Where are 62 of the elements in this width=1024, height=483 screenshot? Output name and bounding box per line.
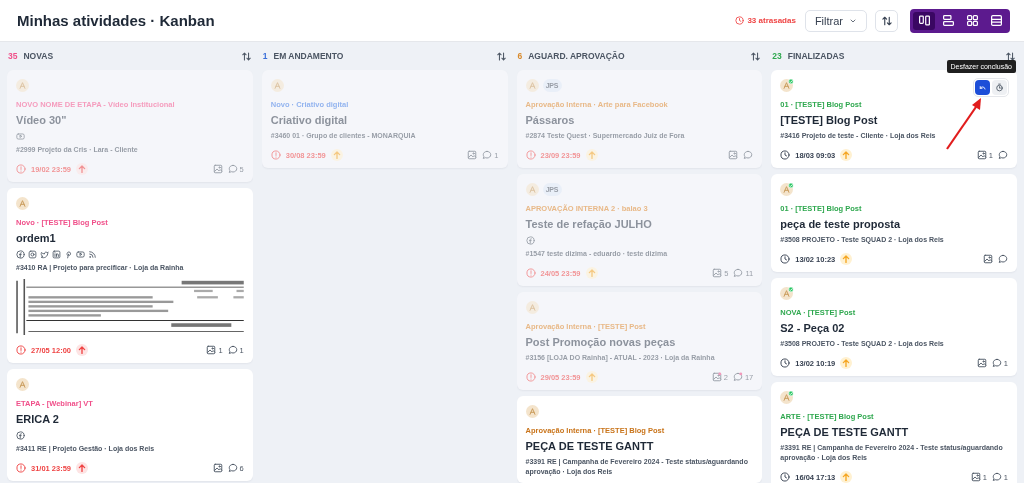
rows-view-icon [941, 14, 955, 27]
card-title: PEÇA DE TESTE GANTT [525, 439, 655, 454]
image-icon [728, 150, 739, 160]
column-count: 1 [262, 51, 268, 61]
comment-icon [733, 268, 744, 278]
card-title: peça de teste proposta [780, 217, 902, 232]
card-title: Pássaros [525, 113, 576, 128]
columns-view-icon [917, 14, 931, 27]
image-icon [976, 358, 987, 368]
card-title: Criativo digital [270, 113, 349, 128]
card-title: S2 - Peça 02 [780, 321, 846, 336]
column-title: FINALIZADAS [787, 51, 845, 61]
overdue-count[interactable]: 33 atrasadas [747, 16, 796, 25]
comment-icon [482, 150, 493, 160]
comment-icon [991, 358, 1002, 368]
undo-button[interactable] [975, 80, 990, 95]
page-title: Minhas atividades · Kanban [17, 12, 215, 29]
image-icon [212, 164, 223, 174]
column-count: 23 [772, 51, 782, 61]
card-title: Post Promoção novas peças [525, 335, 677, 350]
comment-icon [998, 150, 1008, 160]
column-title: NOVAS [23, 51, 54, 61]
card-title: Vídeo 30" [16, 113, 68, 128]
column-count: 6 [517, 51, 523, 61]
card-title: PEÇA DE TESTE GANTT [780, 425, 910, 440]
sort-icon [880, 14, 893, 27]
sort-icon [495, 50, 507, 62]
grid-view-icon [965, 14, 979, 27]
image-icon [206, 345, 217, 355]
comment-icon [991, 472, 1002, 482]
undo-icon [978, 83, 987, 92]
column-count: 35 [8, 51, 18, 61]
card-title: Teste de refação JULHO [525, 217, 653, 232]
sort-icon [240, 50, 252, 62]
image-icon [212, 463, 223, 473]
sort-button[interactable] [240, 50, 252, 62]
card-title: ordem1 [16, 231, 57, 246]
sort-button[interactable] [750, 50, 762, 62]
timer-button[interactable] [992, 80, 1007, 95]
comment-icon [227, 463, 238, 473]
image-icon [467, 150, 478, 160]
sort-icon [1005, 50, 1016, 62]
card-title: ERICA 2 [16, 412, 60, 427]
comment-icon [743, 150, 754, 160]
comment-icon [227, 345, 238, 355]
timer-icon [995, 83, 1004, 92]
image-icon [976, 150, 987, 160]
list-view-icon [989, 14, 1003, 27]
comment-icon [227, 164, 238, 174]
filter-dropdown[interactable]: Filtrar [804, 9, 867, 32]
sort-button[interactable] [1005, 50, 1016, 62]
image-icon [712, 268, 723, 278]
column-title: EM ANDAMENTO [273, 51, 344, 61]
view-button[interactable] [913, 11, 935, 30]
comment-icon [998, 254, 1008, 264]
sort-button[interactable] [495, 50, 507, 62]
sort-icon [750, 50, 762, 62]
card-title: [TESTE] Blog Post [780, 113, 879, 128]
image-icon [983, 254, 993, 264]
alarm-clock-icon [735, 16, 745, 25]
column-title: AGUARD. APROVAÇÃO [528, 51, 625, 61]
image-icon [970, 472, 981, 482]
